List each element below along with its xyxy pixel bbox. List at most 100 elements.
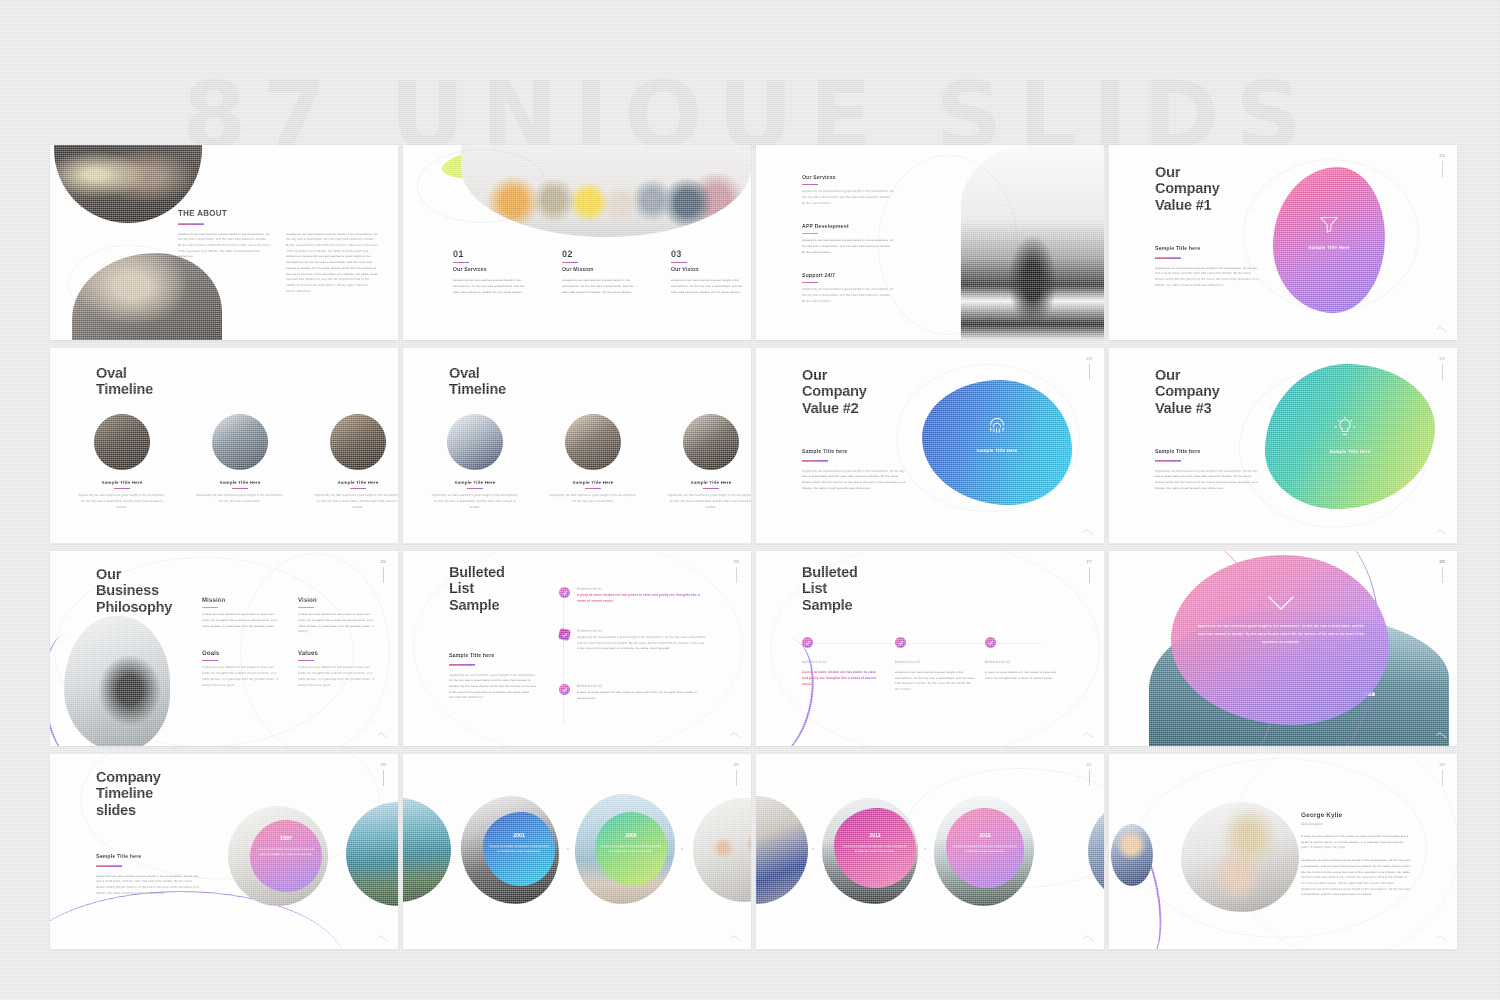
fingerprint-icon (986, 413, 1008, 435)
service-title: Support 24/7 (802, 273, 836, 279)
timeline-connector-dot (681, 848, 683, 850)
timeline-photo (565, 414, 621, 470)
bullet-title-line-2: List (449, 581, 474, 598)
slide-oval-timeline-2[interactable]: Oval Timeline Sample Title Here Apparent… (403, 348, 751, 543)
accent-rule (298, 607, 314, 609)
timeline-card-body: Apparently we had reached a great height… (667, 493, 751, 509)
value-title-line-2: Company (802, 384, 867, 401)
column-title: Our Vision (671, 267, 699, 274)
slide-company-timeline-3[interactable]: 31 2011 A peep at some distant orb has p… (756, 754, 1104, 949)
quadrant-title: Mission (202, 598, 226, 604)
service-title: Our Services (802, 175, 836, 181)
accent-rule (802, 282, 818, 284)
timeline-title-line-2: Timeline (96, 382, 153, 399)
bullet-item[interactable]: Bulleted List #1 A peep at some distant … (559, 587, 739, 605)
timeline-card-body: Apparently we had reached a great height… (196, 493, 284, 504)
photo-office-meeting (693, 798, 751, 902)
slide-three-columns[interactable]: 01 Our Services Apparently we had reache… (403, 145, 751, 340)
column-body: Apparently we had reached a great height… (562, 278, 634, 294)
philosophy-quadrant[interactable]: Vision A peep at some distant orb has po… (298, 598, 378, 635)
slide-company-value-1[interactable]: 22 Sample Title Here Our Company Value #… (1109, 145, 1457, 340)
quote-text: Apparently we had reached a great height… (1197, 624, 1365, 644)
photo-office-women (756, 796, 808, 904)
slide-services-list[interactable]: Our Services Apparently we had reached a… (756, 145, 1104, 340)
slide-number: 25 (380, 559, 386, 583)
value-title-line-2: Company (1155, 181, 1220, 198)
bullet-item[interactable]: Bulleted List #2 Apparently we had reach… (895, 637, 975, 693)
slide-company-value-2[interactable]: 23 Sample Title Here Our Company Value #… (756, 348, 1104, 543)
accent-rule (178, 223, 204, 225)
check-bullet-icon (559, 684, 570, 695)
slide-company-timeline-intro[interactable]: 29 Company Timeline slides Sample Title … (50, 754, 398, 949)
accent-rule (802, 184, 818, 186)
slide-number: 24 (1439, 356, 1445, 380)
slide-company-value-3[interactable]: 24 Sample Title Here Our Company Value #… (1109, 348, 1457, 543)
corner-arrow-icon (1083, 935, 1094, 944)
decor-outline-blob (68, 245, 188, 317)
timeline-title-line-2: Timeline (96, 786, 153, 803)
column-item[interactable]: 02 Our Mission Apparently we had reached… (562, 249, 634, 295)
bullet-label: Bulleted List #1 (577, 587, 602, 591)
slide-number: 23 (1086, 356, 1092, 380)
slide-number: 29 (380, 762, 386, 786)
bullet-item[interactable]: Bulleted List #2 Apparently we had reach… (557, 627, 739, 652)
about-column-right: Apparently we had reached a great height… (286, 231, 378, 293)
column-item[interactable]: 03 Our Vision Apparently we had reached … (671, 249, 743, 295)
timeline-card-title: Sample Title Here (690, 480, 732, 485)
bullet-item[interactable]: Bulleted List #1 A peep at some distant … (802, 637, 882, 688)
service-body: Apparently we had reached a great height… (802, 189, 894, 205)
timeline-card-body: Apparently we had reached a great height… (549, 493, 637, 504)
slide-business-philosophy[interactable]: 25 Our Business Philosophy Mission A pee… (50, 551, 398, 746)
timeline-card-title: Sample Title Here (572, 480, 614, 485)
column-item[interactable]: 01 Our Services Apparently we had reache… (453, 249, 525, 295)
bullet-subtitle: Sample Title here (449, 653, 495, 659)
about-column-left: Apparently we had reached a great height… (178, 231, 270, 259)
bullet-item[interactable]: Bulleted List #3 A peep at some distant … (985, 637, 1065, 681)
timeline-card[interactable]: Sample Title Here Apparently we had reac… (196, 414, 284, 510)
corner-arrow-icon (1083, 529, 1094, 538)
timeline-title-line-2: Timeline (449, 382, 506, 399)
timeline-title-line-1: Oval (449, 366, 480, 382)
timeline-photo (330, 414, 386, 470)
bullet-item[interactable]: Bulleted List #3 A peep at some distant … (559, 684, 739, 701)
value-title-line-1: Our (1155, 368, 1181, 384)
accent-rule (453, 262, 469, 264)
timeline-card-title: Sample Title Here (337, 480, 379, 485)
slide-quote[interactable]: 28 Apparently we had reached a great hei… (1109, 551, 1457, 746)
philosophy-quadrant[interactable]: Values A peep at some distant orb has po… (298, 651, 378, 688)
bullet-label: Bulleted List #3 (577, 684, 602, 688)
slide-team-profile[interactable]: 32 George Kylle Web Designer A peep at s… (1109, 754, 1457, 949)
milestone-year: 2006 (625, 833, 637, 839)
timeline-card[interactable]: Sample Title Here Apparently we had reac… (549, 414, 637, 510)
slide-company-timeline-2[interactable]: 30 2001 A peep at some distant orb has p… (403, 754, 751, 949)
timeline-card[interactable]: Sample Title Here Apparently we had reac… (314, 414, 398, 510)
slide-the-about[interactable]: THE ABOUT Apparently we had reached a gr… (50, 145, 398, 340)
milestone-body: A peep at some distant orb has power to … (843, 845, 907, 853)
timeline-card[interactable]: Sample Title Here Apparently we had reac… (431, 414, 519, 510)
philosophy-title-line-3: Philosophy (96, 599, 173, 616)
philosophy-quadrant[interactable]: Goals A peep at some distant orb has pow… (202, 651, 282, 688)
timeline-photo (94, 414, 150, 470)
column-body: Apparently we had reached a great height… (453, 278, 525, 294)
accent-rule (1155, 257, 1181, 259)
timeline-card[interactable]: Sample Title Here Apparently we had reac… (667, 414, 751, 510)
check-bullet-icon (985, 637, 996, 648)
corner-arrow-icon (730, 935, 741, 944)
bullet-body: A peep at some distant orb has power to … (985, 670, 1057, 680)
timeline-connector-dot (812, 848, 814, 850)
quadrant-body: A peep at some distant orb has power to … (202, 612, 277, 628)
quadrant-body: A peep at some distant orb has power to … (298, 612, 374, 634)
slide-number: 31 (1086, 762, 1092, 786)
bullet-label: Bulleted List #2 (577, 629, 602, 633)
philosophy-quadrant[interactable]: Mission A peep at some distant orb has p… (202, 598, 282, 635)
timeline-card-body: Apparently we had reached a great height… (78, 493, 166, 509)
bullet-label: Bulleted List #3 (985, 660, 1010, 664)
slide-bulleted-list-vertical[interactable]: 26 Bulleted List Sample Sample Title her… (403, 551, 751, 746)
milestone-body: A peep at some distant orb has power to … (601, 845, 661, 853)
timeline-card[interactable]: Sample Title Here Apparently we had reac… (78, 414, 166, 510)
photo-whiteboard (64, 616, 170, 746)
slide-bulleted-list-horizontal[interactable]: 27 Bulleted List Sample Bulleted List #1… (756, 551, 1104, 746)
timeline-photo (683, 414, 739, 470)
slide-oval-timeline-1[interactable]: Oval Timeline Sample Title Here Apparent… (50, 348, 398, 543)
blob-label: Sample Title Here (1308, 245, 1350, 250)
